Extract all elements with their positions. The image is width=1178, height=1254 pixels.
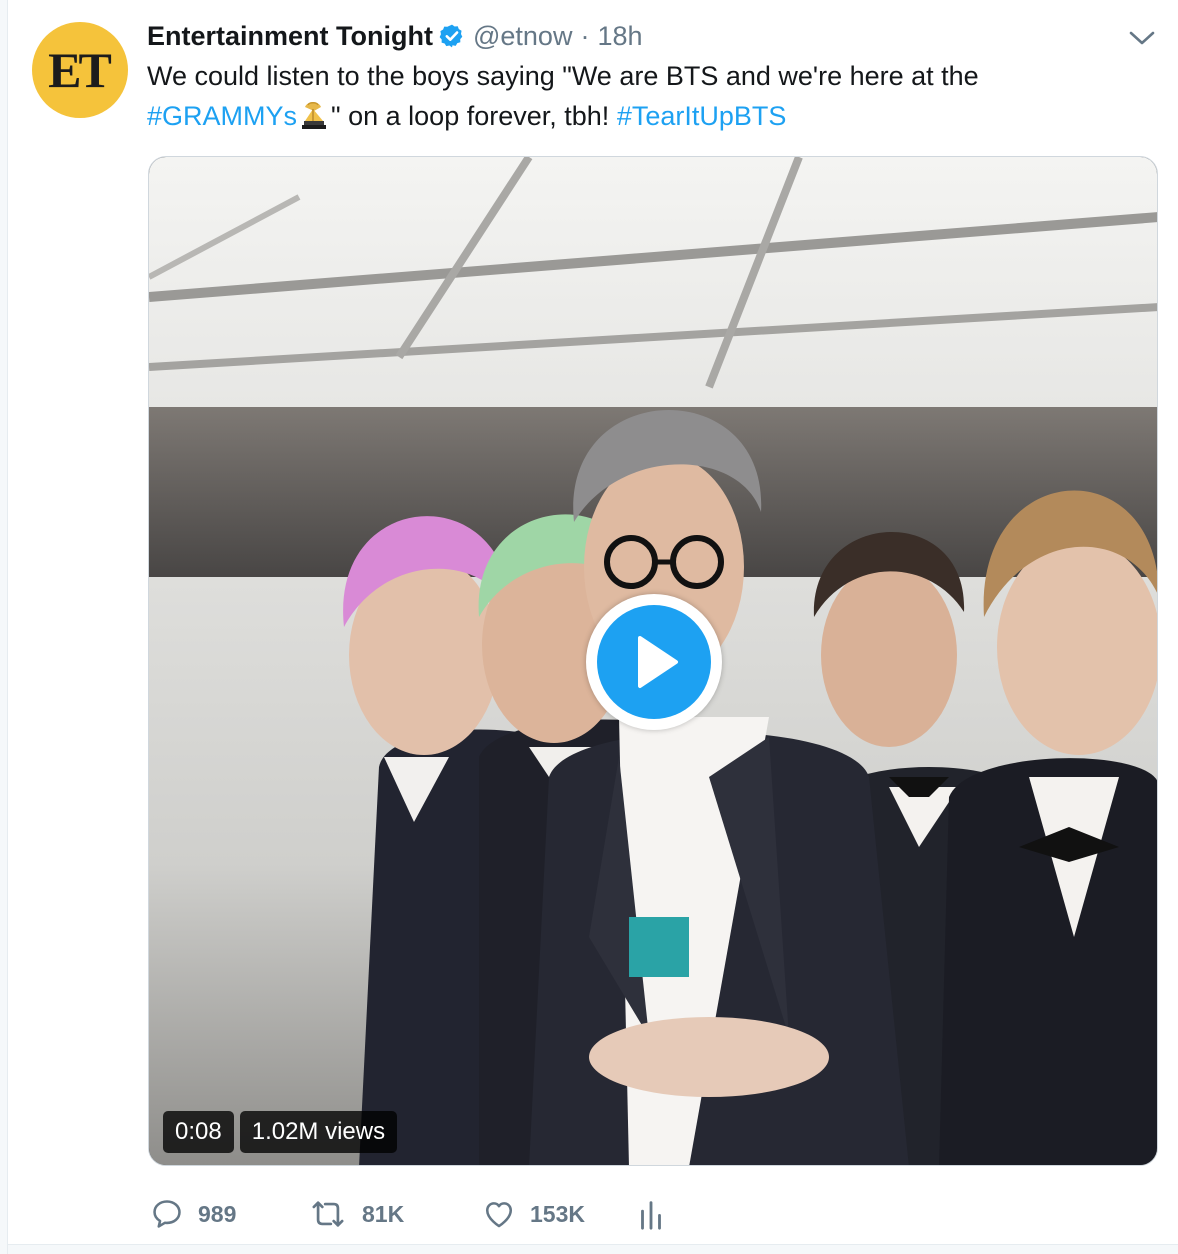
heart-icon xyxy=(485,1202,513,1228)
avatar-logo-text: ET xyxy=(48,42,112,98)
retweet-count: 81K xyxy=(362,1200,405,1227)
verified-badge-icon xyxy=(439,24,463,48)
tweet-header: Entertainment Tonight @etnow · 18h xyxy=(147,16,643,56)
left-divider xyxy=(0,0,8,1254)
reply-count: 989 xyxy=(198,1200,237,1227)
like-button[interactable]: 153K xyxy=(482,1197,638,1231)
analytics-icon xyxy=(641,1201,661,1230)
grammy-trophy-icon xyxy=(302,102,327,129)
tweet-text: We could listen to the boys saying "We a… xyxy=(147,56,1147,136)
hashtag-tearitupbts[interactable]: #TearItUpBTS xyxy=(617,101,787,131)
retweet-button[interactable]: 81K xyxy=(308,1197,482,1231)
video-duration: 0:08 xyxy=(163,1111,234,1153)
video-player[interactable]: 0:08 1.02M views xyxy=(148,156,1158,1166)
retweet-icon xyxy=(312,1201,344,1227)
bottom-divider xyxy=(8,1244,1178,1254)
tweet-card[interactable]: ET Entertainment Tonight @etnow · 18h We… xyxy=(8,0,1178,1254)
user-handle[interactable]: @etnow xyxy=(473,21,572,52)
timestamp[interactable]: 18h xyxy=(597,21,642,52)
play-button[interactable] xyxy=(586,594,722,730)
like-count: 153K xyxy=(530,1200,585,1227)
tweet-actions: 989 81K 153K xyxy=(150,1192,664,1236)
reply-button[interactable]: 989 xyxy=(150,1197,308,1231)
video-view-count: 1.02M views xyxy=(239,1111,398,1153)
reply-icon xyxy=(153,1200,181,1228)
avatar[interactable]: ET xyxy=(32,22,128,118)
video-badges: 0:08 1.02M views xyxy=(163,1111,398,1153)
tweet-text-mid: " on a loop forever, tbh! xyxy=(331,101,610,131)
display-name[interactable]: Entertainment Tonight xyxy=(147,21,433,52)
separator-dot: · xyxy=(580,20,590,51)
tweet-menu-button[interactable] xyxy=(1126,26,1158,50)
chevron-down-icon xyxy=(1129,31,1155,45)
hashtag-grammys[interactable]: #GRAMMYs xyxy=(147,101,297,131)
play-button-inner xyxy=(597,605,711,719)
tweet-text-line1: We could listen to the boys saying "We a… xyxy=(147,61,979,91)
analytics-button[interactable] xyxy=(638,1197,664,1231)
play-icon xyxy=(638,636,678,688)
